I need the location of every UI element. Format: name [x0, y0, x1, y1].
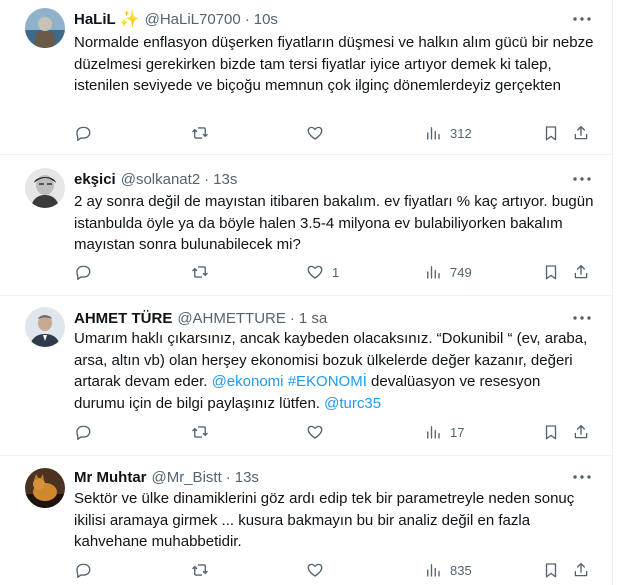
like-button[interactable] — [306, 560, 332, 580]
share-button[interactable] — [572, 422, 590, 442]
tweet-text: 2 ay sonra değil de mayıstan itibaren ba… — [74, 193, 594, 253]
separator-dot: · — [289, 309, 295, 327]
views-button[interactable]: 312 — [424, 123, 472, 143]
views-button[interactable]: 749 — [424, 262, 472, 282]
share-button[interactable] — [572, 262, 590, 282]
more-icon[interactable] — [570, 169, 594, 189]
bookmark-button[interactable] — [542, 262, 560, 282]
bookmark-icon — [545, 126, 557, 141]
tweet[interactable]: ekşici @solkanat2 · 13s 2 ay sonra değil… — [0, 155, 612, 296]
view-count: 749 — [450, 264, 472, 280]
avatar[interactable] — [25, 168, 65, 208]
reply-button[interactable] — [74, 560, 92, 580]
reply-icon — [76, 563, 91, 578]
mention-link[interactable]: @turc35 — [324, 395, 381, 412]
tweet-actions: 1 749 — [72, 262, 594, 282]
user-handle[interactable]: @HaLiL70700 — [145, 11, 241, 28]
share-icon — [574, 562, 588, 577]
more-icon[interactable] — [570, 9, 594, 29]
tweet-text: Umarım haklı çıkarsınız, ancak kaybeden … — [74, 328, 594, 414]
share-button[interactable] — [572, 560, 590, 580]
display-name[interactable]: HaLiL — [74, 11, 116, 28]
avatar[interactable] — [25, 8, 65, 48]
tweet-header: ekşici @solkanat2 · 13s — [74, 168, 237, 190]
separator-dot: · — [225, 468, 231, 486]
retweet-icon — [192, 127, 208, 139]
reply-button[interactable] — [74, 262, 92, 282]
display-name[interactable]: AHMET TÜRE — [74, 310, 172, 327]
retweet-icon — [192, 266, 208, 278]
like-button[interactable] — [306, 422, 332, 442]
tweet-actions: 835 — [72, 560, 594, 580]
timestamp[interactable]: 13s — [235, 469, 259, 486]
more-icon[interactable] — [570, 467, 594, 487]
views-icon — [427, 426, 440, 439]
tweet-text: Sektör ve ülke dinamiklerini göz ardı ed… — [74, 490, 575, 550]
separator-dot: · — [244, 10, 250, 28]
tweet[interactable]: Mr Muhtar @Mr_Bistt · 13s Sektör ve ülke… — [0, 456, 612, 585]
tweet-header: Mr Muhtar @Mr_Bistt · 13s — [74, 466, 259, 488]
retweet-button[interactable] — [191, 422, 209, 442]
tweet-header: HaLiL ✨ @HaLiL70700 · 10s — [74, 8, 278, 30]
views-button[interactable]: 835 — [424, 560, 472, 580]
timestamp[interactable]: 1 sa — [299, 310, 327, 327]
more-icon[interactable] — [570, 308, 594, 328]
tweet-actions: 312 — [72, 123, 594, 143]
tweet-text: Normalde enflasyon düşerken fiyatların d… — [74, 34, 594, 94]
separator-dot: · — [204, 170, 210, 188]
views-button[interactable]: 17 — [424, 422, 464, 442]
reply-button[interactable] — [74, 123, 92, 143]
share-icon — [574, 125, 588, 140]
display-name[interactable]: ekşici — [74, 171, 116, 188]
tweet-header: AHMET TÜRE @AHMETTURE · 1 sa — [74, 307, 327, 329]
view-count: 312 — [450, 125, 472, 141]
tweet[interactable]: AHMET TÜRE @AHMETTURE · 1 sa Umarım hakl… — [0, 296, 612, 456]
bookmark-icon — [545, 563, 557, 578]
avatar[interactable] — [25, 307, 65, 347]
views-icon — [427, 564, 440, 577]
views-icon — [427, 127, 440, 140]
retweet-icon — [192, 426, 208, 438]
user-handle[interactable]: @Mr_Bistt — [152, 469, 222, 486]
bookmark-button[interactable] — [542, 560, 560, 580]
retweet-button[interactable] — [191, 123, 209, 143]
bookmark-icon — [545, 265, 557, 280]
share-icon — [574, 424, 588, 439]
tweet[interactable]: HaLiL ✨ @HaLiL70700 · 10s Normalde enfla… — [0, 0, 612, 155]
reply-icon — [76, 425, 91, 440]
like-button[interactable]: 1 — [306, 262, 339, 282]
user-handle[interactable]: @AHMETTURE — [177, 310, 286, 327]
retweet-button[interactable] — [191, 560, 209, 580]
tweet-actions: 17 — [72, 422, 594, 442]
column-border — [612, 0, 613, 585]
like-button[interactable] — [306, 123, 332, 143]
bookmark-button[interactable] — [542, 123, 560, 143]
like-icon — [307, 425, 323, 439]
avatar[interactable] — [25, 468, 65, 508]
reply-icon — [76, 265, 91, 280]
like-count: 1 — [332, 264, 340, 280]
display-name[interactable]: Mr Muhtar — [74, 469, 147, 486]
retweet-button[interactable] — [191, 262, 209, 282]
hashtag-link[interactable]: #EKONOMİ — [288, 373, 367, 390]
share-button[interactable] — [572, 123, 590, 143]
reply-icon — [76, 126, 91, 141]
bookmark-button[interactable] — [542, 422, 560, 442]
share-icon — [574, 264, 588, 279]
timestamp[interactable]: 10s — [254, 11, 278, 28]
tweet-feed: HaLiL ✨ @HaLiL70700 · 10s Normalde enfla… — [0, 0, 622, 585]
retweet-icon — [192, 564, 208, 576]
like-icon — [307, 126, 323, 140]
view-count: 835 — [450, 562, 472, 578]
mention-link[interactable]: @ekonomi — [212, 373, 284, 390]
user-handle[interactable]: @solkanat2 — [121, 171, 200, 188]
reply-button[interactable] — [74, 422, 92, 442]
bookmark-icon — [545, 425, 557, 440]
like-icon — [307, 563, 323, 577]
views-icon — [427, 266, 440, 279]
like-icon — [307, 265, 323, 279]
sparkle-emoji: ✨ — [119, 11, 140, 28]
view-count: 17 — [450, 424, 465, 440]
timestamp[interactable]: 13s — [213, 171, 237, 188]
